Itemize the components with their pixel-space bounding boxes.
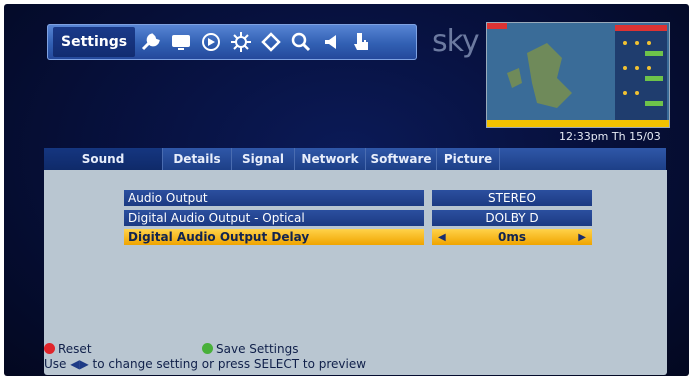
red-button-icon [44,343,55,354]
sky-logo: sky [432,24,480,59]
footer-hints: Reset Save Settings Use ◀▶ to change set… [44,342,366,371]
tab-bar: Sound Details Signal Network Software Pi… [44,148,666,170]
setting-value-selector[interactable]: ◀ 0ms ▶ [432,229,592,245]
reset-hint[interactable]: Reset [44,342,92,356]
tab-signal[interactable]: Signal [232,148,295,170]
setting-label: Digital Audio Output - Optical [124,210,424,226]
setting-row-digital-audio-delay[interactable]: Digital Audio Output Delay ◀ 0ms ▶ [124,229,592,245]
tab-network[interactable]: Network [295,148,366,170]
arrow-right-icon[interactable]: ▶ [578,232,586,243]
settings-button[interactable]: Settings [53,27,136,57]
save-settings-hint[interactable]: Save Settings [202,342,299,356]
tag-icon[interactable] [257,27,285,57]
search-icon[interactable] [287,27,315,57]
setting-label: Audio Output [124,190,424,206]
setting-row-audio-output[interactable]: Audio Output STEREO [124,190,592,206]
setting-label: Digital Audio Output Delay [124,229,424,245]
burst-icon[interactable] [227,27,255,57]
disc-icon[interactable] [197,27,225,57]
wrench-icon[interactable] [137,27,165,57]
tab-software[interactable]: Software [366,148,437,170]
hand-icon[interactable] [347,27,375,57]
tab-sound[interactable]: Sound [44,148,163,170]
setting-value[interactable]: STEREO [432,190,592,206]
left-right-arrows-icon: ◀▶ [70,357,89,371]
setting-value: 0ms [498,230,526,244]
green-button-icon [202,343,213,354]
tab-details[interactable]: Details [163,148,232,170]
tab-picture[interactable]: Picture [437,148,500,170]
tv-preview-thumbnail [486,22,670,128]
settings-toolbar: Settings [47,24,417,60]
arrow-left-icon[interactable]: ◀ [438,232,446,243]
setting-value[interactable]: DOLBY D [432,210,592,226]
clock: 12:33pm Th 15/03 [559,130,661,143]
tv-screen: Settings sky 12:33pm Th 15/03 Sound Deta… [4,4,689,376]
setting-row-digital-audio-optical[interactable]: Digital Audio Output - Optical DOLBY D [124,210,592,226]
tv-icon[interactable] [167,27,195,57]
hint-line: Use ◀▶ to change setting or press SELECT… [44,357,367,371]
speaker-icon[interactable] [317,27,345,57]
